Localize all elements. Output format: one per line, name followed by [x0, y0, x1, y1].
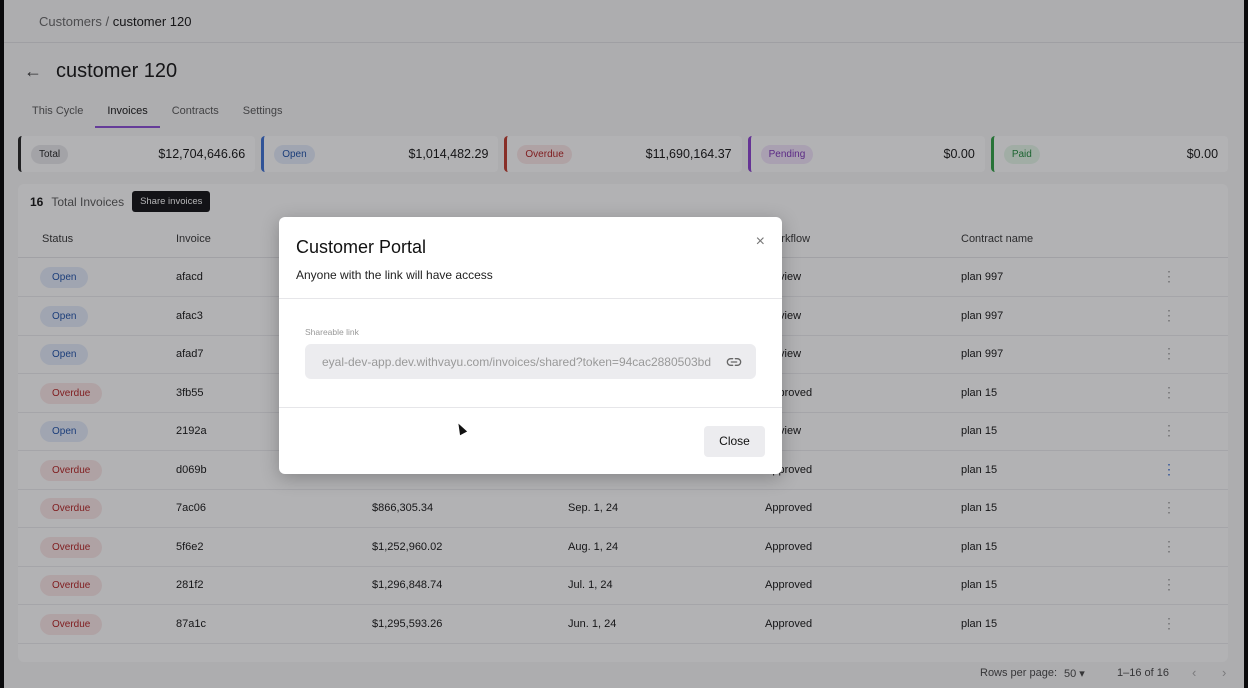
close-button[interactable]: Close — [704, 426, 765, 457]
shareable-link-field — [305, 344, 756, 379]
shareable-link-label: Shareable link — [305, 327, 359, 337]
close-icon[interactable]: × — [756, 233, 765, 251]
dialog-title: Customer Portal — [296, 237, 427, 257]
dialog-footer-divider — [279, 407, 782, 408]
dialog-divider — [279, 298, 782, 299]
dialog-subtitle: Anyone with the link will have access — [296, 268, 493, 282]
customer-portal-dialog: Customer Portal Anyone with the link wil… — [279, 217, 782, 474]
link-icon[interactable] — [726, 354, 742, 370]
shareable-link-input[interactable] — [305, 344, 715, 379]
